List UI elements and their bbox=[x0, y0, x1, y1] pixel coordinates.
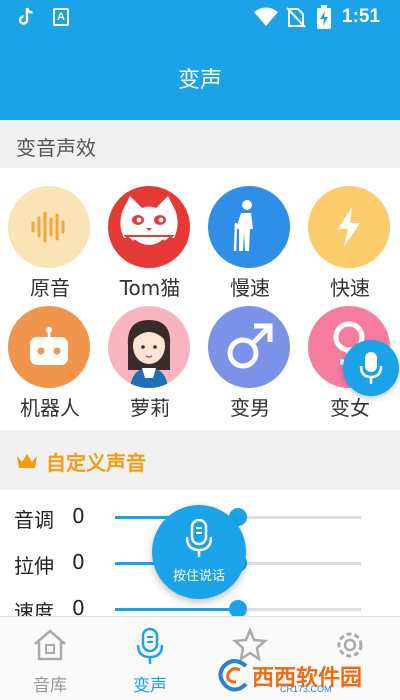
effect-label: 机器人 bbox=[20, 396, 80, 420]
crown-icon bbox=[17, 454, 37, 468]
walking-elder-icon bbox=[208, 186, 290, 268]
effect-label: 变女 bbox=[330, 396, 370, 420]
effect-slow[interactable]: 慢速 bbox=[200, 186, 300, 311]
effect-original[interactable]: 原音 bbox=[0, 186, 100, 311]
slider-value: 0 bbox=[72, 504, 85, 528]
slider-track[interactable] bbox=[115, 508, 361, 526]
effect-label: 变男 bbox=[230, 396, 270, 420]
microphone-icon bbox=[136, 627, 164, 664]
girl-avatar-icon bbox=[108, 306, 190, 388]
notification-a-icon: A bbox=[53, 8, 69, 26]
lightning-icon bbox=[308, 186, 390, 268]
slider-fill bbox=[115, 608, 238, 611]
floating-mic-button[interactable] bbox=[343, 340, 399, 396]
wifi-icon bbox=[254, 7, 278, 26]
robot-icon bbox=[8, 306, 90, 388]
effects-section-header: 变音声效 bbox=[0, 120, 400, 168]
custom-section-header: 自定义声音 bbox=[0, 430, 400, 490]
effect-to-male[interactable]: 变男 bbox=[200, 306, 300, 431]
status-bar: A 1:51 bbox=[0, 0, 400, 36]
effect-loli[interactable]: 萝莉 bbox=[100, 306, 200, 431]
effect-robot[interactable]: 机器人 bbox=[0, 306, 100, 431]
watermark-swirl-icon bbox=[218, 659, 248, 692]
battery-charging-icon bbox=[317, 5, 331, 29]
watermark-logo: 西西软件园 CR173.COM bbox=[218, 656, 400, 696]
sound-library-icon bbox=[34, 629, 66, 661]
watermark-subtext: CR173.COM bbox=[280, 684, 332, 694]
hold-to-talk-button[interactable]: 按住说话 bbox=[152, 505, 246, 599]
page-title: 变声 bbox=[177, 68, 222, 93]
hold-to-talk-label: 按住说话 bbox=[172, 569, 225, 584]
effect-label: 萝莉 bbox=[130, 396, 170, 420]
nav-voice-change[interactable]: 变声 bbox=[100, 617, 200, 700]
effect-label: 快速 bbox=[330, 276, 370, 300]
nav-sound-library[interactable]: 音库 bbox=[0, 617, 100, 700]
nav-label: 变声 bbox=[133, 676, 167, 696]
cat-face-icon bbox=[108, 186, 190, 268]
nav-label: 音库 bbox=[33, 676, 67, 696]
male-symbol-icon bbox=[208, 306, 290, 388]
status-time: 1:51 bbox=[342, 6, 381, 27]
waveform-icon bbox=[8, 186, 90, 268]
effect-tom-cat[interactable]: Tom猫 bbox=[100, 186, 200, 311]
tiktok-icon bbox=[18, 7, 33, 25]
slider-label: 拉伸 bbox=[14, 554, 54, 578]
no-sim-icon bbox=[286, 7, 306, 28]
slider-label: 音调 bbox=[14, 508, 54, 532]
effects-section-title: 变音声效 bbox=[16, 136, 96, 160]
slider-value: 0 bbox=[72, 550, 85, 574]
slider-track[interactable] bbox=[115, 600, 361, 618]
effect-label: Tom猫 bbox=[119, 276, 181, 300]
app-header: A 1:51 变声 bbox=[0, 0, 400, 120]
effect-label: 慢速 bbox=[230, 276, 270, 300]
custom-section-title: 自定义声音 bbox=[46, 451, 146, 475]
effect-fast[interactable]: 快速 bbox=[300, 186, 400, 311]
microphone-icon bbox=[359, 352, 383, 384]
effect-label: 原音 bbox=[30, 276, 70, 300]
microphone-icon bbox=[185, 519, 213, 557]
